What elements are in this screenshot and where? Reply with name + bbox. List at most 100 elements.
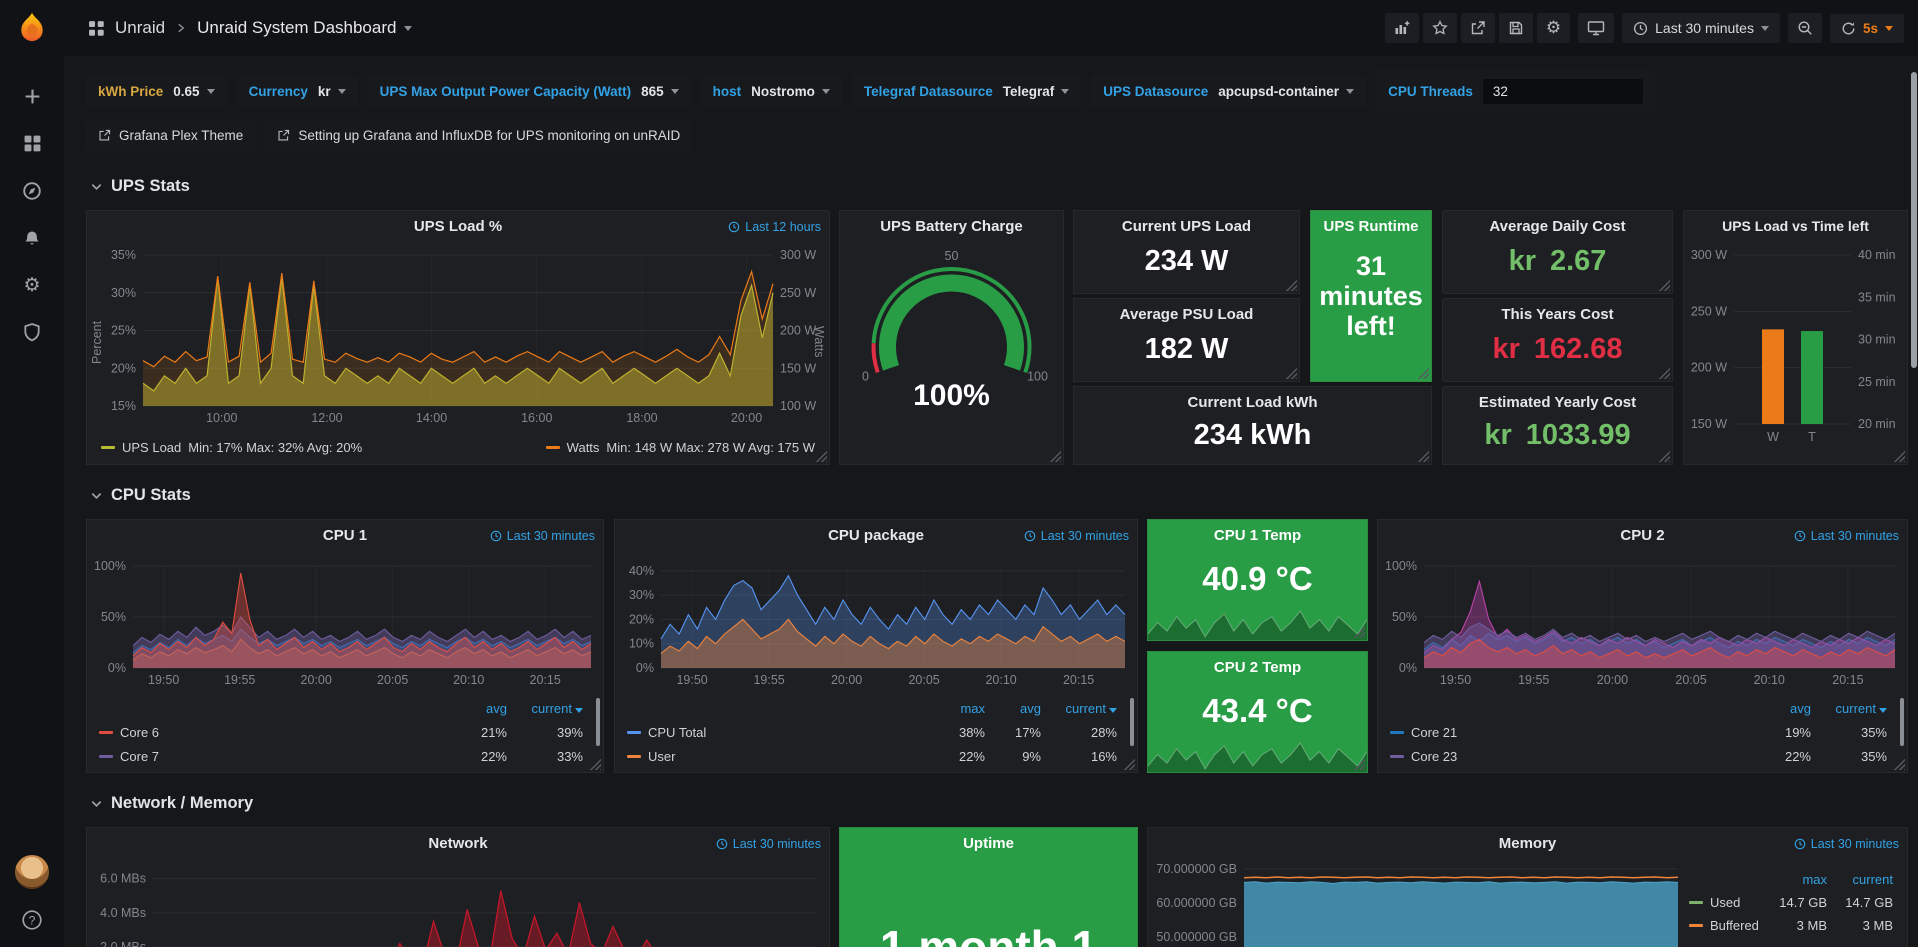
grafana-logo-icon[interactable]	[13, 9, 51, 47]
variable-value-dropdown[interactable]: apcupsd-container	[1218, 84, 1354, 99]
panel-time-override[interactable]: Last 30 minutes	[1794, 837, 1899, 851]
section-cpu-stats[interactable]: CPU Stats	[90, 486, 191, 505]
panel-cpu2-temp: CPU 2 Temp 43.4 °C	[1147, 651, 1368, 773]
apps-grid-icon	[88, 20, 105, 37]
dashboard-link-ups-guide[interactable]: Setting up Grafana and InfluxDB for UPS …	[265, 120, 692, 151]
series-color-icon	[101, 446, 115, 449]
panel-time-override[interactable]: Last 30 minutes	[1794, 529, 1899, 543]
create-plus-icon[interactable]	[23, 87, 42, 106]
refresh-button[interactable]: 5s	[1830, 14, 1904, 43]
dashboards-icon[interactable]	[23, 134, 42, 153]
memory-chart[interactable]: 50.000000 GB60.000000 GB70.000000 GB	[1148, 858, 1688, 947]
section-network-memory[interactable]: Network / Memory	[90, 794, 253, 813]
server-admin-shield-icon[interactable]	[22, 322, 42, 342]
time-range-label: Last 30 minutes	[1655, 20, 1754, 36]
svg-text:10%: 10%	[629, 637, 654, 651]
legend-scrollbar[interactable]	[1900, 698, 1904, 746]
gauge-value: 100%	[840, 379, 1063, 413]
dashboard-settings-button[interactable]: ⚙	[1537, 13, 1570, 43]
panel-title[interactable]: Average PSU Load	[1074, 306, 1299, 323]
panel-title[interactable]: CPU 2 Temp	[1148, 659, 1367, 676]
panel-time-override[interactable]: Last 30 minutes	[716, 837, 821, 851]
panel-title[interactable]: CPU 1 Temp	[1148, 527, 1367, 544]
panel-current-load-kwh: Current Load kWh 234 kWh	[1073, 386, 1432, 465]
svg-text:25%: 25%	[111, 324, 136, 338]
ups-load-vs-time-chart[interactable]: 150 W200 W250 W300 W20 min25 min30 min35…	[1684, 241, 1907, 464]
add-panel-button[interactable]	[1385, 13, 1419, 43]
panel-title[interactable]: Average Daily Cost	[1443, 218, 1672, 235]
legend-item[interactable]: UPS Load Min: 17% Max: 32% Avg: 20%	[101, 440, 362, 455]
variable-value-dropdown[interactable]: 0.65	[173, 84, 214, 99]
svg-text:20%: 20%	[111, 361, 136, 375]
cpu2-chart[interactable]: 0%50%100%19:5019:5520:0020:0520:1020:15	[1378, 550, 1907, 690]
panel-title[interactable]: Uptime	[840, 835, 1137, 852]
panel-title[interactable]: UPS Load vs Time left	[1684, 218, 1907, 234]
dashboard-title-dropdown[interactable]: Unraid System Dashboard	[197, 18, 412, 38]
page-scrollbar-thumb[interactable]	[1911, 72, 1917, 368]
cpu1-chart[interactable]: 0%50%100%19:5019:5520:0020:0520:1020:15	[87, 550, 603, 690]
svg-text:19:50: 19:50	[676, 673, 707, 687]
save-button[interactable]	[1499, 13, 1533, 43]
star-button[interactable]	[1423, 13, 1457, 43]
svg-text:20:10: 20:10	[985, 673, 1016, 687]
variable-value-dropdown[interactable]: 865	[641, 84, 679, 99]
explore-compass-icon[interactable]	[22, 181, 42, 201]
breadcrumb-app[interactable]: Unraid	[115, 18, 165, 38]
legend-item[interactable]: Watts Min: 148 W Max: 278 W Avg: 175 W	[546, 440, 815, 455]
panel-resize-handle[interactable]	[1285, 367, 1297, 379]
svg-text:2.0 MBs: 2.0 MBs	[100, 940, 146, 947]
variable-label: host	[713, 84, 742, 99]
panel-time-override[interactable]: Last 12 hours	[728, 220, 821, 234]
panel-resize-handle[interactable]	[1658, 279, 1670, 291]
panel-title[interactable]: UPS Runtime	[1311, 218, 1431, 235]
panel-cpu2: CPU 2 Last 30 minutes 0%50%100%19:5019:5…	[1377, 519, 1908, 773]
stat-value: 182 W	[1074, 333, 1299, 366]
panel-title[interactable]: Current UPS Load	[1074, 218, 1299, 235]
svg-text:20:10: 20:10	[1754, 673, 1785, 687]
panel-title[interactable]: Estimated Yearly Cost	[1443, 394, 1672, 411]
dashboard-link-plex-theme[interactable]: Grafana Plex Theme	[86, 120, 255, 151]
panel-resize-handle[interactable]	[1658, 367, 1670, 379]
refresh-interval[interactable]: 5s	[1863, 21, 1878, 36]
stat-value: 43.4 °C	[1148, 692, 1367, 730]
section-ups-stats[interactable]: UPS Stats	[90, 177, 190, 196]
variable-value-dropdown[interactable]: Telegraf	[1003, 84, 1070, 99]
variable-value-dropdown[interactable]: Nostromo	[751, 84, 830, 99]
panel-title[interactable]: UPS Load %	[87, 218, 829, 235]
panel-title[interactable]: This Years Cost	[1443, 306, 1672, 323]
zoom-out-button[interactable]	[1788, 13, 1822, 43]
external-link-icon	[98, 129, 111, 142]
grafana-dashboard: ⚙ ? Unraid Unraid Sy	[0, 0, 1918, 947]
cycle-view-monitor-button[interactable]	[1578, 13, 1614, 43]
panel-title[interactable]: UPS Battery Charge	[840, 218, 1063, 235]
configuration-gear-icon[interactable]: ⚙	[23, 277, 40, 294]
cpu-package-chart[interactable]: 0%10%20%30%40%19:5019:5520:0020:0520:102…	[615, 550, 1137, 690]
panel-title[interactable]: Current Load kWh	[1074, 394, 1431, 411]
svg-text:200 W: 200 W	[1691, 361, 1727, 375]
network-chart[interactable]: 2.0 MBs4.0 MBs6.0 MBs	[87, 858, 829, 947]
svg-text:100%: 100%	[94, 559, 126, 573]
ups-load-chart[interactable]: 15%20%25%30%35%100 W150 W200 W250 W300 W…	[87, 241, 829, 430]
panel-resize-handle[interactable]	[1417, 367, 1429, 379]
panel-time-override[interactable]: Last 30 minutes	[490, 529, 595, 543]
panel-time-override[interactable]: Last 30 minutes	[1024, 529, 1129, 543]
svg-text:20:00: 20:00	[1597, 673, 1628, 687]
variable-host: host Nostromo	[701, 75, 842, 108]
legend-scrollbar[interactable]	[1130, 698, 1134, 746]
user-avatar[interactable]	[15, 855, 49, 889]
cpu-threads-input[interactable]: 32	[1483, 79, 1643, 104]
variable-label: UPS Datasource	[1103, 84, 1208, 99]
cpu1-temp-sparkline	[1148, 606, 1367, 640]
variable-value-dropdown[interactable]: kr	[318, 84, 346, 99]
legend-scrollbar[interactable]	[596, 698, 600, 746]
panel-resize-handle[interactable]	[1049, 450, 1061, 462]
share-button[interactable]	[1461, 13, 1495, 43]
help-icon[interactable]: ?	[21, 909, 43, 931]
clock-icon	[1794, 838, 1806, 850]
stat-value: kr2.67	[1443, 245, 1672, 278]
panel-cpu1-temp: CPU 1 Temp 40.9 °C	[1147, 519, 1368, 641]
svg-text:10:00: 10:00	[206, 411, 237, 425]
time-picker-button[interactable]: Last 30 minutes	[1622, 13, 1780, 43]
alerting-bell-icon[interactable]	[22, 229, 42, 249]
panel-resize-handle[interactable]	[1285, 279, 1297, 291]
